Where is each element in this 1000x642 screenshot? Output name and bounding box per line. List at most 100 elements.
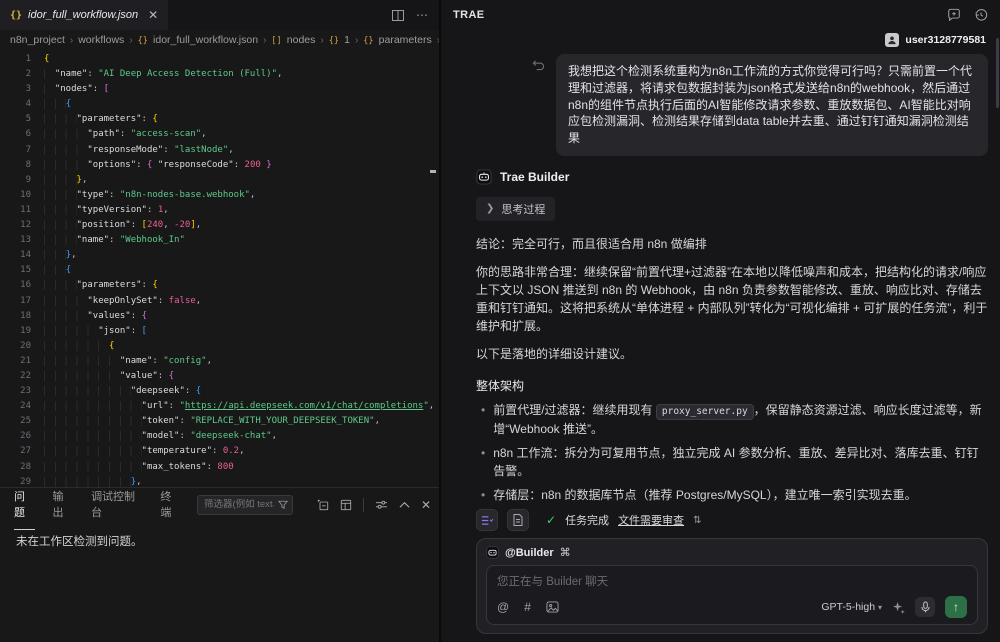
breadcrumb-item[interactable]: workflows: [78, 34, 124, 46]
new-chat-icon[interactable]: [947, 8, 961, 22]
editor-tabbar: {} idor_full_workflow.json ✕ ⋯: [0, 0, 439, 30]
task-status-bar: ✓ 任务完成 文件需要审查 ⇅: [441, 504, 1000, 536]
maximize-panel-icon[interactable]: [399, 501, 410, 509]
code-line: 17 "keepOnlySet": false,: [0, 294, 439, 309]
image-upload-icon[interactable]: [546, 601, 559, 613]
table-view-icon[interactable]: [340, 499, 352, 511]
builder-chip-icon: [486, 546, 499, 559]
filter-input[interactable]: [204, 499, 274, 510]
code-line: 28 "max_tokens": 800: [0, 460, 439, 475]
funnel-icon: [278, 500, 288, 510]
code-line: 6 "path": "access-scan",: [0, 127, 439, 142]
overview-ruler-marker: [430, 170, 436, 173]
filter-settings-icon[interactable]: [375, 499, 388, 510]
tab-idor-full-workflow[interactable]: {} idor_full_workflow.json ✕: [0, 0, 168, 30]
code-line: 9 },: [0, 173, 439, 188]
collapse-all-icon[interactable]: [317, 499, 329, 511]
revert-checkpoint-icon[interactable]: [532, 59, 545, 71]
breadcrumb-item[interactable]: [] nodes: [271, 34, 315, 46]
code-line: 29 },: [0, 475, 439, 487]
json-file-icon: {}: [10, 10, 22, 21]
chat-pane: TRAE user3128779581 我: [441, 0, 1000, 642]
code-line: 26 "model": "deepseek-chat",: [0, 429, 439, 444]
user-message: 我想把这个检测系统重构为n8n工作流的方式你觉得可行吗？只需前置一个代理和过滤器…: [556, 54, 988, 156]
paragraph: 你的思路非常合理：继续保留“前置代理+过滤器”在本地以降低噪声和成本，把结构化的…: [476, 263, 988, 335]
code-line: 18 "values": {: [0, 309, 439, 324]
username: user3128779581: [905, 34, 986, 46]
bullet-item: •存储层：n8n 的数据库节点（推荐 Postgres/MySQL），建立唯一索…: [476, 486, 988, 504]
code-line: 4 {: [0, 97, 439, 112]
message-input[interactable]: [497, 573, 967, 593]
bottom-panel: 问题输出调试控制台终端: [0, 487, 439, 642]
bullet-item: •n8n 工作流：拆分为可复用节点，独立完成 AI 参数分析、重放、差异比对、落…: [476, 444, 988, 480]
assistant-blocks: 结论：完全可行，而且很适合用 n8n 做编排你的思路非常合理：继续保留“前置代理…: [476, 235, 988, 504]
code-line: 7 "responseMode": "lastNode",: [0, 143, 439, 158]
code-line: 19 "json": [: [0, 324, 439, 339]
code-line: 22 "value": {: [0, 369, 439, 384]
expand-collapse-icon[interactable]: ⇅: [693, 515, 701, 526]
files-need-review-link[interactable]: 文件需要审查: [618, 512, 684, 528]
builder-robot-icon: [476, 169, 492, 185]
code-line: 8 "options": { "responseCode": 200 }: [0, 158, 439, 173]
file-changes-button[interactable]: [507, 509, 529, 531]
chevron-down-icon: ▾: [878, 603, 882, 612]
breadcrumb-item[interactable]: {} parameters: [363, 34, 431, 46]
code-line: 25 "token": "REPLACE_WITH_YOUR_DEEPSEEK_…: [0, 414, 439, 429]
sparkle-icon[interactable]: [892, 601, 905, 614]
paragraph: 结论：完全可行，而且很适合用 n8n 做编排: [476, 235, 988, 253]
task-complete-check-icon: ✓: [546, 513, 556, 527]
code-editor[interactable]: 1{2 "name": "AI Deep Access Detection (F…: [0, 50, 439, 487]
paragraph: 以下是落地的详细设计建议。: [476, 345, 988, 363]
message-input-box[interactable]: @ # GPT-5-high ▾ ↑: [486, 565, 978, 625]
avatar: [885, 33, 899, 47]
app-window: {} idor_full_workflow.json ✕ ⋯ n8n_proje…: [0, 0, 1000, 642]
context-icon[interactable]: #: [524, 600, 531, 614]
code-line: 11 "typeVersion": 1,: [0, 203, 439, 218]
agent-chip[interactable]: @Builder: [505, 547, 554, 559]
code-line: 1{: [0, 52, 439, 67]
send-button[interactable]: ↑: [945, 596, 967, 618]
code-line: 23 "deepseek": {: [0, 384, 439, 399]
assistant-name: Trae Builder: [500, 170, 569, 184]
code-line: 2 "name": "AI Deep Access Detection (Ful…: [0, 67, 439, 82]
code-line: 10 "type": "n8n-nodes-base.webhook",: [0, 188, 439, 203]
chat-input-container: @Builder ⌘ @ # GPT-5-high ▾: [476, 538, 988, 634]
breadcrumb-item[interactable]: {} idor_full_workflow.json: [138, 34, 258, 46]
tab-close-icon[interactable]: ✕: [148, 8, 158, 22]
thinking-label: 思考过程: [501, 201, 545, 217]
code-lines: 1{2 "name": "AI Deep Access Detection (F…: [0, 52, 439, 487]
code-line: 20 {: [0, 339, 439, 354]
thinking-process-toggle[interactable]: ❯ 思考过程: [476, 197, 555, 221]
task-list-button[interactable]: [476, 509, 498, 531]
history-icon[interactable]: [974, 8, 988, 22]
breadcrumb[interactable]: n8n_project›workflows›{} idor_full_workf…: [0, 30, 439, 50]
shortcut-hint: ⌘: [560, 546, 571, 559]
code-line: 15 {: [0, 263, 439, 278]
more-actions-icon[interactable]: ⋯: [416, 8, 429, 22]
code-line: 27 "temperature": 0.2,: [0, 444, 439, 459]
task-complete-label: 任务完成: [565, 512, 609, 528]
code-line: 21 "name": "config",: [0, 354, 439, 369]
problems-filter[interactable]: [197, 495, 293, 515]
mention-icon[interactable]: @: [497, 600, 509, 614]
chat-header: TRAE: [441, 0, 1000, 30]
chat-scrollbar[interactable]: [996, 38, 999, 108]
breadcrumb-item[interactable]: {} 1: [329, 34, 350, 46]
model-selector[interactable]: GPT-5-high ▾: [821, 601, 882, 613]
model-name: GPT-5-high: [821, 601, 875, 613]
breadcrumb-item[interactable]: n8n_project: [10, 34, 65, 46]
close-panel-icon[interactable]: ✕: [421, 498, 431, 512]
tab-title: idor_full_workflow.json: [28, 9, 138, 21]
mic-icon[interactable]: [915, 597, 935, 617]
code-line: 24 "url": "https://api.deepseek.com/v1/c…: [0, 399, 439, 414]
chat-title: TRAE: [453, 9, 485, 21]
section-heading: 整体架构: [476, 377, 988, 395]
code-line: 5 "parameters": {: [0, 112, 439, 127]
editor-pane: {} idor_full_workflow.json ✕ ⋯ n8n_proje…: [0, 0, 441, 642]
split-editor-icon[interactable]: [392, 10, 404, 21]
code-line: 3 "nodes": [: [0, 82, 439, 97]
code-line: 16 "parameters": {: [0, 278, 439, 293]
chevron-right-icon: ❯: [486, 203, 494, 214]
code-line: 14 },: [0, 248, 439, 263]
chat-scroll-area[interactable]: user3128779581 我想把这个检测系统重构为n8n工作流的方式你觉得可…: [441, 30, 1000, 504]
